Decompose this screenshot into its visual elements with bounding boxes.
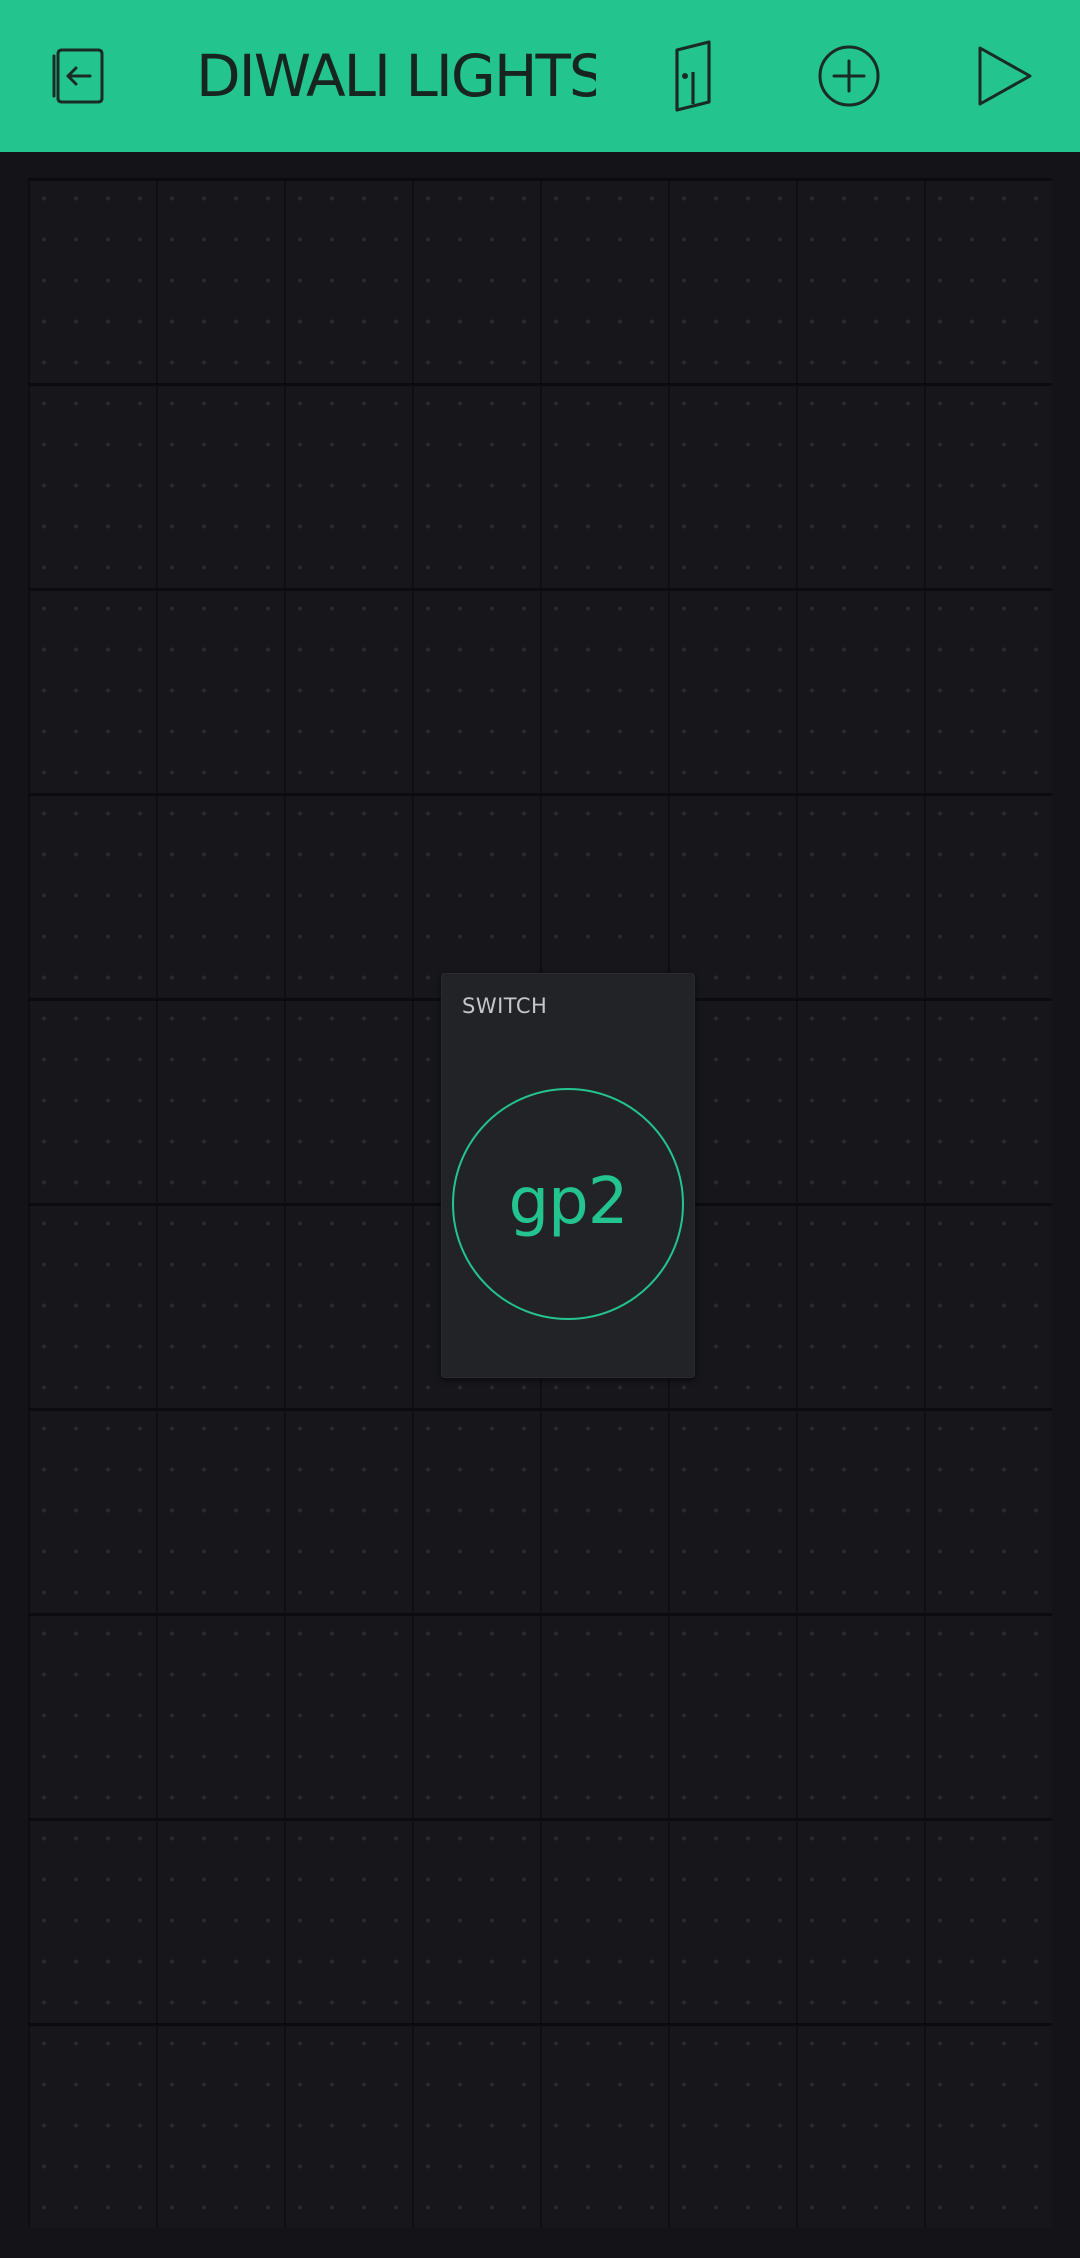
widget-canvas[interactable]: SWITCH gp2 <box>28 178 1052 2228</box>
back-button[interactable] <box>30 30 122 122</box>
add-widget-button[interactable] <box>803 30 895 122</box>
widget-label: SWITCH <box>462 994 548 1018</box>
top-bar: DIWALI LIGHTS <box>0 0 1080 152</box>
switch-widget[interactable]: SWITCH gp2 <box>441 973 695 1378</box>
play-icon <box>978 46 1032 106</box>
project-title[interactable]: DIWALI LIGHTS <box>196 36 596 116</box>
back-icon <box>52 48 104 104</box>
project-settings-icon <box>675 40 711 112</box>
switch-button[interactable]: gp2 <box>452 1088 684 1320</box>
add-circle-icon <box>818 45 880 107</box>
play-button[interactable] <box>958 30 1050 122</box>
project-settings-button[interactable] <box>647 30 739 122</box>
switch-pin-label: gp2 <box>508 1165 629 1239</box>
